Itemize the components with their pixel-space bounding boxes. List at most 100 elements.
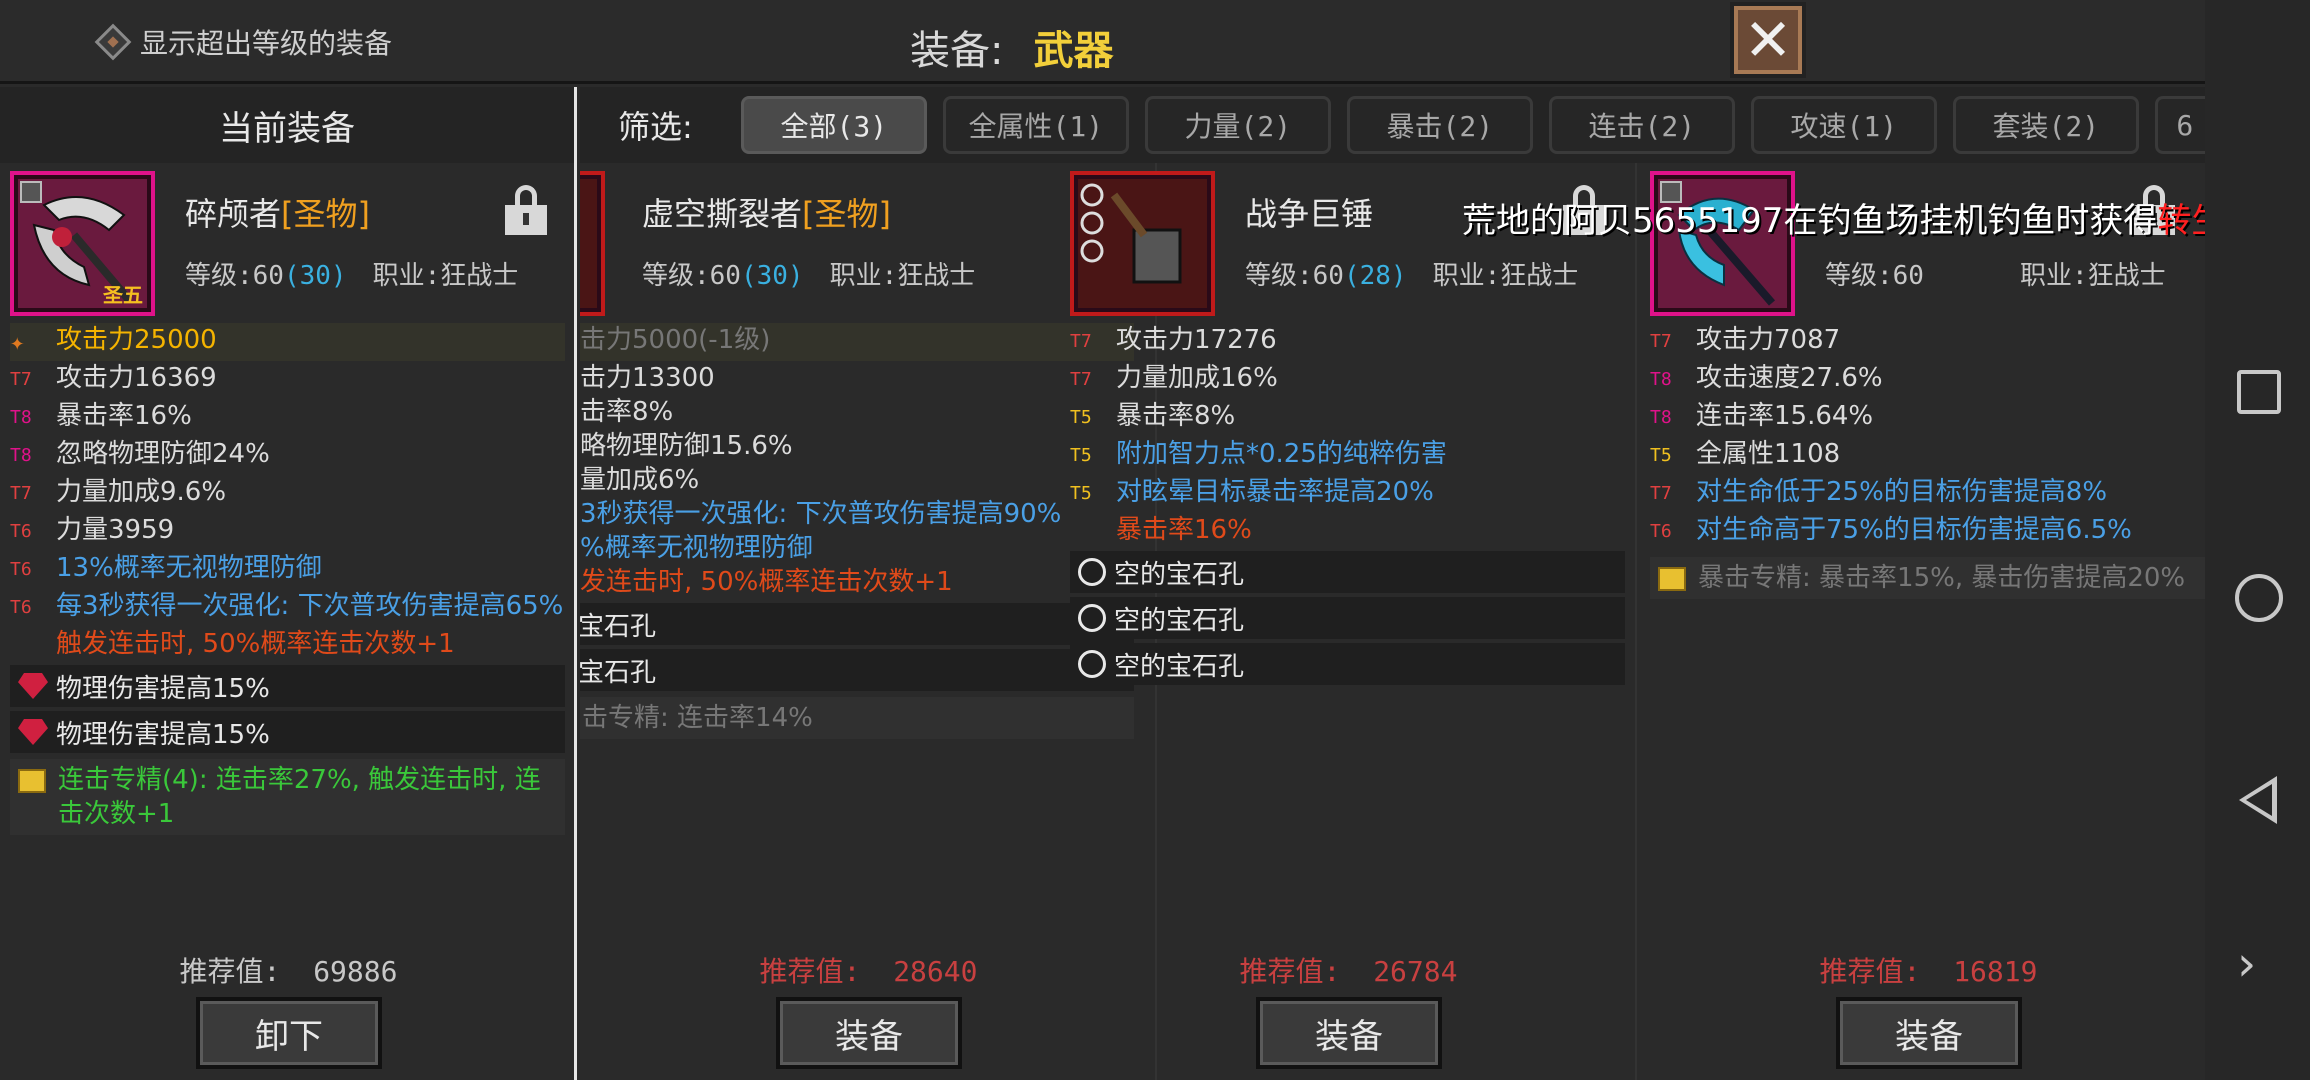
attribute-list: ✦击力5000(-1级)击力13300 击率8% 略物理防御15.6% 量加成6% 3秒… xyxy=(580,323,1134,739)
filter-tab[interactable]: 暴击(2) xyxy=(1346,96,1533,154)
attribute-text: 发连击时, 50%概率连击次数+1 xyxy=(580,567,953,597)
specialization-text: 击专精: 连击率14% xyxy=(582,703,813,733)
attribute-row: 量加成6% xyxy=(580,463,1134,497)
book-icon xyxy=(18,769,46,793)
attribute-text: 对生命高于75%的目标伤害提高6.5% xyxy=(1696,515,2132,545)
attribute-text: 量加成6% xyxy=(580,465,700,495)
attribute-row: T8 忽略物理防御24% xyxy=(10,437,565,475)
home-icon[interactable] xyxy=(2235,574,2283,622)
attribute-text: 攻击力16369 xyxy=(56,363,217,393)
attribute-row: T5 暴击率8% xyxy=(1070,399,1625,437)
tier-badge: T8 xyxy=(10,407,32,428)
gem-socket[interactable]: 物理伤害提高15% xyxy=(10,665,565,707)
attribute-text: 力量加成16% xyxy=(1116,363,1278,393)
attribute-row: 触发连击时, 50%概率连击次数+1 xyxy=(10,627,565,661)
empty-gem-socket[interactable]: 空的宝石孔 xyxy=(1070,597,1625,639)
item-badge: 圣五 xyxy=(103,283,143,307)
attribute-text: 力量3959 xyxy=(56,515,175,545)
empty-gem-socket[interactable]: 宝石孔 xyxy=(580,649,1134,691)
recommend-number: 69886 xyxy=(313,955,398,988)
equip-button[interactable]: 装备 xyxy=(776,997,962,1069)
tier-badge: T7 xyxy=(10,483,32,504)
specialization-row: 暴击专精: 暴击率15%, 暴击伤害提高20% xyxy=(1650,557,2205,599)
attribute-text: 暴击率16% xyxy=(56,401,192,431)
tier-badge: T7 xyxy=(1070,369,1092,390)
candidate-list[interactable]: 虚空撕裂者[圣物] 等级:60(30)职业:狂战士 ✦击力5000(-1级)击力… xyxy=(580,163,2205,1080)
filter-tab[interactable]: 6 xyxy=(2154,96,2205,154)
filter-tab[interactable]: 全部(3) xyxy=(740,96,927,154)
gem-socket[interactable]: 物理伤害提高15% xyxy=(10,711,565,753)
empty-gem-socket[interactable]: 空的宝石孔 xyxy=(1070,643,1625,685)
lock-icon[interactable] xyxy=(505,185,547,235)
title-value: 武器 xyxy=(1033,28,1114,74)
item-level: 等级:60 xyxy=(185,261,284,291)
recommend-value: 推荐值: 26784 xyxy=(1060,950,1635,990)
ticker-text: 荒地的阿贝5655197在钓鱼场挂机钓鱼时获得 xyxy=(1462,201,2158,241)
attribute-row: T8 攻击速度27.6% xyxy=(1650,361,2205,399)
show-over-level-toggle[interactable]: 显示超出等级的装备 xyxy=(94,22,392,62)
item-meta: 等级:60(30) 职业:狂战士 xyxy=(185,255,518,292)
attribute-text: 击力5000(-1级) xyxy=(580,325,771,355)
tier-badge: T7 xyxy=(10,369,32,390)
tier-badge: T8 xyxy=(1650,407,1672,428)
attribute-row: T5 对眩晕目标暴击率提高20% xyxy=(1070,475,1625,513)
tier-badge: T5 xyxy=(1070,407,1092,428)
attribute-text: 攻击速度27.6% xyxy=(1696,363,1883,393)
recommend-label: 推荐值: xyxy=(179,955,281,988)
item-icon-card[interactable]: 圣五 xyxy=(10,171,155,316)
equip-button[interactable]: 装备 xyxy=(1836,997,2022,1069)
attribute-list: T7 攻击力7087 T8 攻击速度27.6% T8 连击率15.64% T5 全属性1108… xyxy=(1650,323,2205,599)
filter-tab[interactable]: 力量(2) xyxy=(1144,96,1331,154)
attribute-text: 13%概率无视物理防御 xyxy=(56,553,322,583)
item-tag: [圣物] xyxy=(281,195,370,233)
close-icon[interactable]: ✕ xyxy=(1744,11,1793,69)
attribute-text: 忽略物理防御24% xyxy=(56,439,270,469)
candidate-item[interactable]: 等级:60 职业:狂战士 T7 攻击力7087 T8 攻击速度27.6% T8 连击率15.… xyxy=(1640,163,2205,1080)
tier-badge: T7 xyxy=(1650,483,1672,504)
attribute-list: T7 攻击力17276 T7 力量加成16% T5 暴击率8% T5 附加智力点*0.25的纯… xyxy=(1070,323,1625,685)
specialization-text: 暴击专精: 暴击率15%, 暴击伤害提高20% xyxy=(1698,563,2186,593)
item-name: 碎颅者[圣物] xyxy=(185,189,370,235)
item-icon-card[interactable] xyxy=(580,171,605,316)
page-title: 装备: 武器 xyxy=(910,18,1113,76)
filter-tab[interactable]: 套装(2) xyxy=(1952,96,2139,154)
item-icon-card[interactable] xyxy=(1070,171,1215,316)
equip-button[interactable]: 装备 xyxy=(1256,997,1442,1069)
socket-text: 宝石孔 xyxy=(580,657,657,688)
chevron-right-icon[interactable]: › xyxy=(2237,940,2281,988)
back-icon[interactable] xyxy=(2239,776,2277,824)
recent-apps-icon[interactable] xyxy=(2237,370,2281,414)
attribute-text: 3秒获得一次强化: 下次普攻伤害提高90% xyxy=(580,499,1062,529)
attribute-row: %概率无视物理防御 xyxy=(580,531,1134,565)
filter-bar: 筛选: 全部(3) 全属性(1) 力量(2) 暴击(2) 连击(2) 攻速(1)… xyxy=(580,87,2205,163)
toggle-diamond-icon[interactable] xyxy=(94,23,132,61)
filter-tab[interactable]: 攻速(1) xyxy=(1750,96,1937,154)
system-nav-bar: › xyxy=(2205,0,2310,1080)
empty-gem-socket[interactable]: 宝石孔 xyxy=(580,603,1134,645)
attribute-row: T7 攻击力17276 xyxy=(1070,323,1625,361)
attribute-row: 3秒获得一次强化: 下次普攻伤害提高90% xyxy=(580,497,1134,531)
recommend-number: 28640 xyxy=(893,955,978,988)
candidate-item[interactable]: 战争巨锤 等级:60(28) 职业:狂战士 T7 攻击力17276 T7 力量加成16%… xyxy=(1060,163,1637,1080)
item-name-text: 虚空撕裂者 xyxy=(642,195,803,233)
attribute-row: T5 附加智力点*0.25的纯粹伤害 xyxy=(1070,437,1625,475)
empty-gem-socket[interactable]: 空的宝石孔 xyxy=(1070,551,1625,593)
close-button[interactable]: ✕ xyxy=(1730,2,1806,78)
attribute-text: 对眩晕目标暴击率提高20% xyxy=(1116,477,1434,507)
tier-badge: T5 xyxy=(1070,483,1092,504)
filter-tab[interactable]: 全属性(1) xyxy=(942,96,1129,154)
gem-text: 物理伤害提高15% xyxy=(56,719,270,750)
ruby-gem-icon xyxy=(18,719,48,745)
item-job: 职业:狂战士 xyxy=(2019,261,2166,291)
unequip-button[interactable]: 卸下 xyxy=(196,997,382,1069)
recommend-label: 推荐值: xyxy=(1819,955,1921,988)
item-level: 等级:60 xyxy=(642,261,741,291)
item-meta: 等级:60(30) 职业:狂战士 xyxy=(642,255,975,292)
item-level-extra: (28) xyxy=(1343,261,1407,291)
attribute-row: T6 每3秒获得一次强化: 下次普攻伤害提高65% xyxy=(10,589,565,627)
empty-socket-icon xyxy=(1078,604,1106,632)
filter-tab[interactable]: 连击(2) xyxy=(1548,96,1735,154)
specialization-text: 连击专精(4): 连击率27%, 触发连击时, 连击次数+1 xyxy=(58,765,541,829)
attribute-text: 暴击率8% xyxy=(1116,401,1236,431)
tier-badge: T8 xyxy=(1650,369,1672,390)
